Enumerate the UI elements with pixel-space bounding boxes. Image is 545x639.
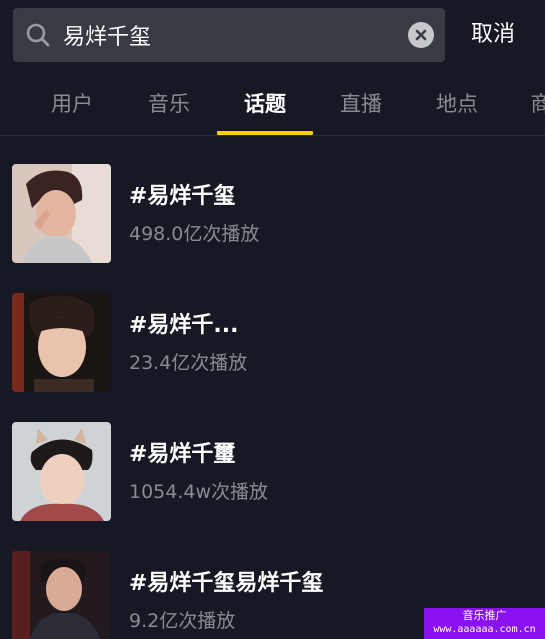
search-box[interactable] [13, 8, 445, 62]
play-count: 9.2亿次播放 [129, 610, 236, 632]
tab-shop[interactable]: 商 [529, 86, 545, 122]
topic-title: #易烊千玺 [129, 184, 236, 209]
search-input[interactable] [63, 16, 403, 54]
topic-title: #易烊千玺易烊千玺 [129, 571, 324, 596]
clear-search-button[interactable] [408, 22, 434, 48]
cancel-button[interactable]: 取消 [462, 18, 524, 52]
category-tabs: 用户 音乐 话题 直播 地点 商 [0, 74, 545, 136]
avatar-photo-icon [12, 422, 111, 521]
tab-places[interactable]: 地点 [433, 86, 481, 122]
topic-result[interactable]: #易烊千... 23.4亿次播放 [0, 293, 545, 393]
topic-title: #易烊千璽 [129, 442, 236, 467]
avatar-photo-icon [12, 551, 111, 639]
avatar-photo-icon [12, 164, 111, 263]
tab-topics[interactable]: 话题 [241, 86, 289, 122]
topic-title: #易烊千... [129, 313, 239, 338]
search-results-screen: 取消 用户 音乐 话题 直播 地点 商 #易烊千玺 498.0亿次播放 [0, 0, 545, 639]
tab-music[interactable]: 音乐 [145, 86, 193, 122]
avatar-photo-icon [12, 293, 111, 392]
topic-result[interactable]: #易烊千玺 498.0亿次播放 [0, 164, 545, 264]
tab-live[interactable]: 直播 [337, 86, 385, 122]
watermark-badge: 音乐推广 www.aaaaaa.com.cn [424, 608, 545, 639]
active-tab-indicator [217, 131, 313, 135]
topic-thumbnail [12, 551, 111, 639]
search-icon [26, 23, 50, 47]
close-icon [415, 29, 427, 41]
tab-users[interactable]: 用户 [48, 86, 96, 122]
play-count: 23.4亿次播放 [129, 352, 248, 374]
watermark-url: www.aaaaaa.com.cn [433, 624, 536, 635]
search-header: 取消 [0, 0, 545, 68]
topic-result[interactable]: #易烊千璽 1054.4w次播放 [0, 422, 545, 522]
play-count: 498.0亿次播放 [129, 223, 260, 245]
play-count: 1054.4w次播放 [129, 481, 269, 503]
topic-thumbnail [12, 164, 111, 263]
watermark-title: 音乐推广 [462, 609, 507, 622]
topic-thumbnail [12, 293, 111, 392]
topic-thumbnail [12, 422, 111, 521]
